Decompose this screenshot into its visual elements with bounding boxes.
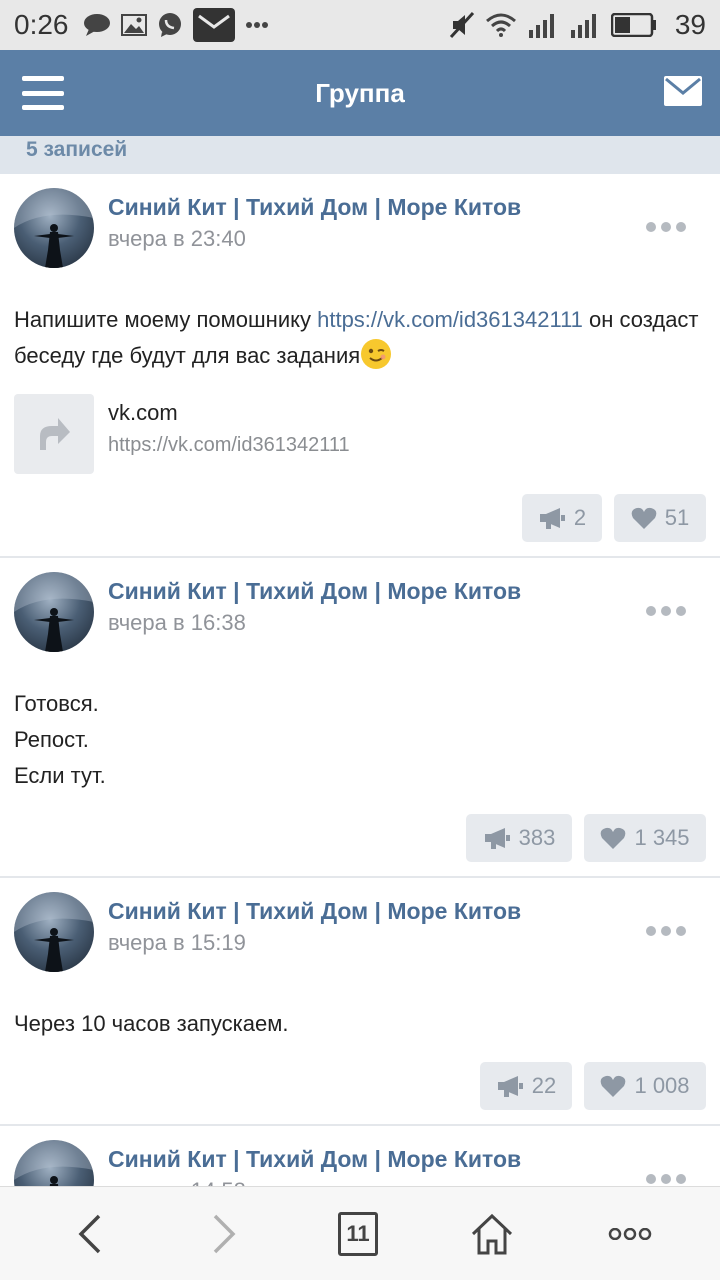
- forward-icon[interactable]: [196, 1209, 252, 1259]
- signal-icon: [569, 12, 601, 38]
- share-arrow-icon: [14, 394, 94, 474]
- post-menu-icon[interactable]: [646, 926, 686, 936]
- wall-feed[interactable]: Синий Кит | Тихий Дом | Море Китов вчера…: [0, 174, 720, 1186]
- megaphone-icon: [484, 828, 510, 849]
- battery-level: 39: [674, 9, 706, 40]
- more-icon: [245, 21, 269, 29]
- post-time[interactable]: вчера в 15:19: [108, 930, 246, 956]
- post-menu-icon[interactable]: [646, 222, 686, 232]
- post-author[interactable]: Синий Кит | Тихий Дом | Море Китов: [108, 1146, 521, 1173]
- back-icon[interactable]: [62, 1209, 118, 1259]
- image-icon: [120, 14, 147, 36]
- post-menu-icon[interactable]: [646, 1174, 686, 1184]
- megaphone-icon: [539, 508, 565, 529]
- repost-count: 383: [518, 825, 556, 850]
- viber-icon: [157, 12, 183, 38]
- page-title: Группа: [315, 77, 405, 108]
- more-icon[interactable]: [602, 1209, 658, 1259]
- attachment-domain: vk.com: [108, 400, 178, 425]
- repost-button[interactable]: 2: [522, 494, 602, 542]
- repost-count: 22: [531, 1073, 557, 1098]
- post-time[interactable]: вчера в 23:40: [108, 226, 246, 252]
- app-header: Группа: [0, 50, 720, 136]
- megaphone-icon: [497, 1076, 523, 1097]
- post-text-part: Напишите моему помошнику: [14, 307, 318, 332]
- post-link[interactable]: https://vk.com/id361342111: [317, 307, 583, 332]
- wall-post: Синий Кит | Тихий Дом | Море Китов вчера…: [0, 878, 720, 1126]
- like-count: 1 345: [634, 825, 690, 850]
- winking-face-emoji: [361, 339, 392, 369]
- repost-button[interactable]: 22: [480, 1062, 572, 1110]
- mute-icon: [449, 11, 475, 39]
- posts-count-bar: 5 записей: [0, 136, 720, 174]
- mail-icon[interactable]: [664, 76, 702, 106]
- repost-count: 2: [573, 505, 587, 530]
- like-button[interactable]: 1 345: [584, 814, 706, 862]
- avatar[interactable]: [14, 572, 94, 652]
- status-bar: 0:26 39: [0, 0, 720, 50]
- avatar[interactable]: [14, 188, 94, 268]
- hamburger-menu-icon[interactable]: [22, 76, 64, 110]
- heart-icon: [631, 507, 657, 529]
- browser-bottom-nav: 11: [0, 1186, 720, 1280]
- status-time: 0:26: [14, 9, 69, 40]
- chat-icon: [83, 13, 111, 37]
- post-author[interactable]: Синий Кит | Тихий Дом | Море Китов: [108, 578, 521, 605]
- battery-icon: [610, 13, 657, 37]
- avatar[interactable]: [14, 892, 94, 972]
- wall-post: Синий Кит | Тихий Дом | Море Китов вчера…: [0, 558, 720, 878]
- avatar[interactable]: [14, 1140, 94, 1186]
- post-text-line: Репост.: [14, 727, 89, 752]
- post-text: Напишите моему помошнику https://vk.com/…: [14, 302, 710, 374]
- wall-post: Синий Кит | Тихий Дом | Море Китов вчера…: [0, 1126, 720, 1186]
- posts-count: 5 записей: [26, 138, 128, 161]
- home-icon[interactable]: [464, 1209, 520, 1259]
- signal-icon: [527, 12, 559, 38]
- post-author[interactable]: Синий Кит | Тихий Дом | Море Китов: [108, 898, 521, 925]
- like-button[interactable]: 51: [614, 494, 706, 542]
- like-button[interactable]: 1 008: [584, 1062, 706, 1110]
- heart-icon: [601, 1075, 626, 1097]
- post-text-line: Готовся.: [14, 691, 99, 716]
- post-text-line: Если тут.: [14, 763, 106, 788]
- tabs-icon[interactable]: 11: [330, 1209, 386, 1259]
- post-time[interactable]: вчера в 14:58: [108, 1178, 246, 1186]
- like-count: 1 008: [634, 1073, 690, 1098]
- repost-button[interactable]: 383: [466, 814, 572, 862]
- post-menu-icon[interactable]: [646, 606, 686, 616]
- link-attachment[interactable]: vk.com https://vk.com/id361342111: [14, 394, 614, 474]
- wall-post: Синий Кит | Тихий Дом | Море Китов вчера…: [0, 174, 720, 558]
- heart-icon: [601, 827, 626, 849]
- like-count: 51: [664, 505, 690, 530]
- email-icon: [192, 8, 235, 42]
- attachment-url: https://vk.com/id361342111: [108, 434, 350, 456]
- wifi-icon: [485, 13, 517, 37]
- tabs-count: 11: [338, 1212, 378, 1256]
- post-author[interactable]: Синий Кит | Тихий Дом | Море Китов: [108, 194, 521, 221]
- post-time[interactable]: вчера в 16:38: [108, 610, 246, 636]
- post-text: Готовся. Репост. Если тут.: [14, 686, 710, 794]
- post-text: Через 10 часов запускаем.: [14, 1011, 289, 1036]
